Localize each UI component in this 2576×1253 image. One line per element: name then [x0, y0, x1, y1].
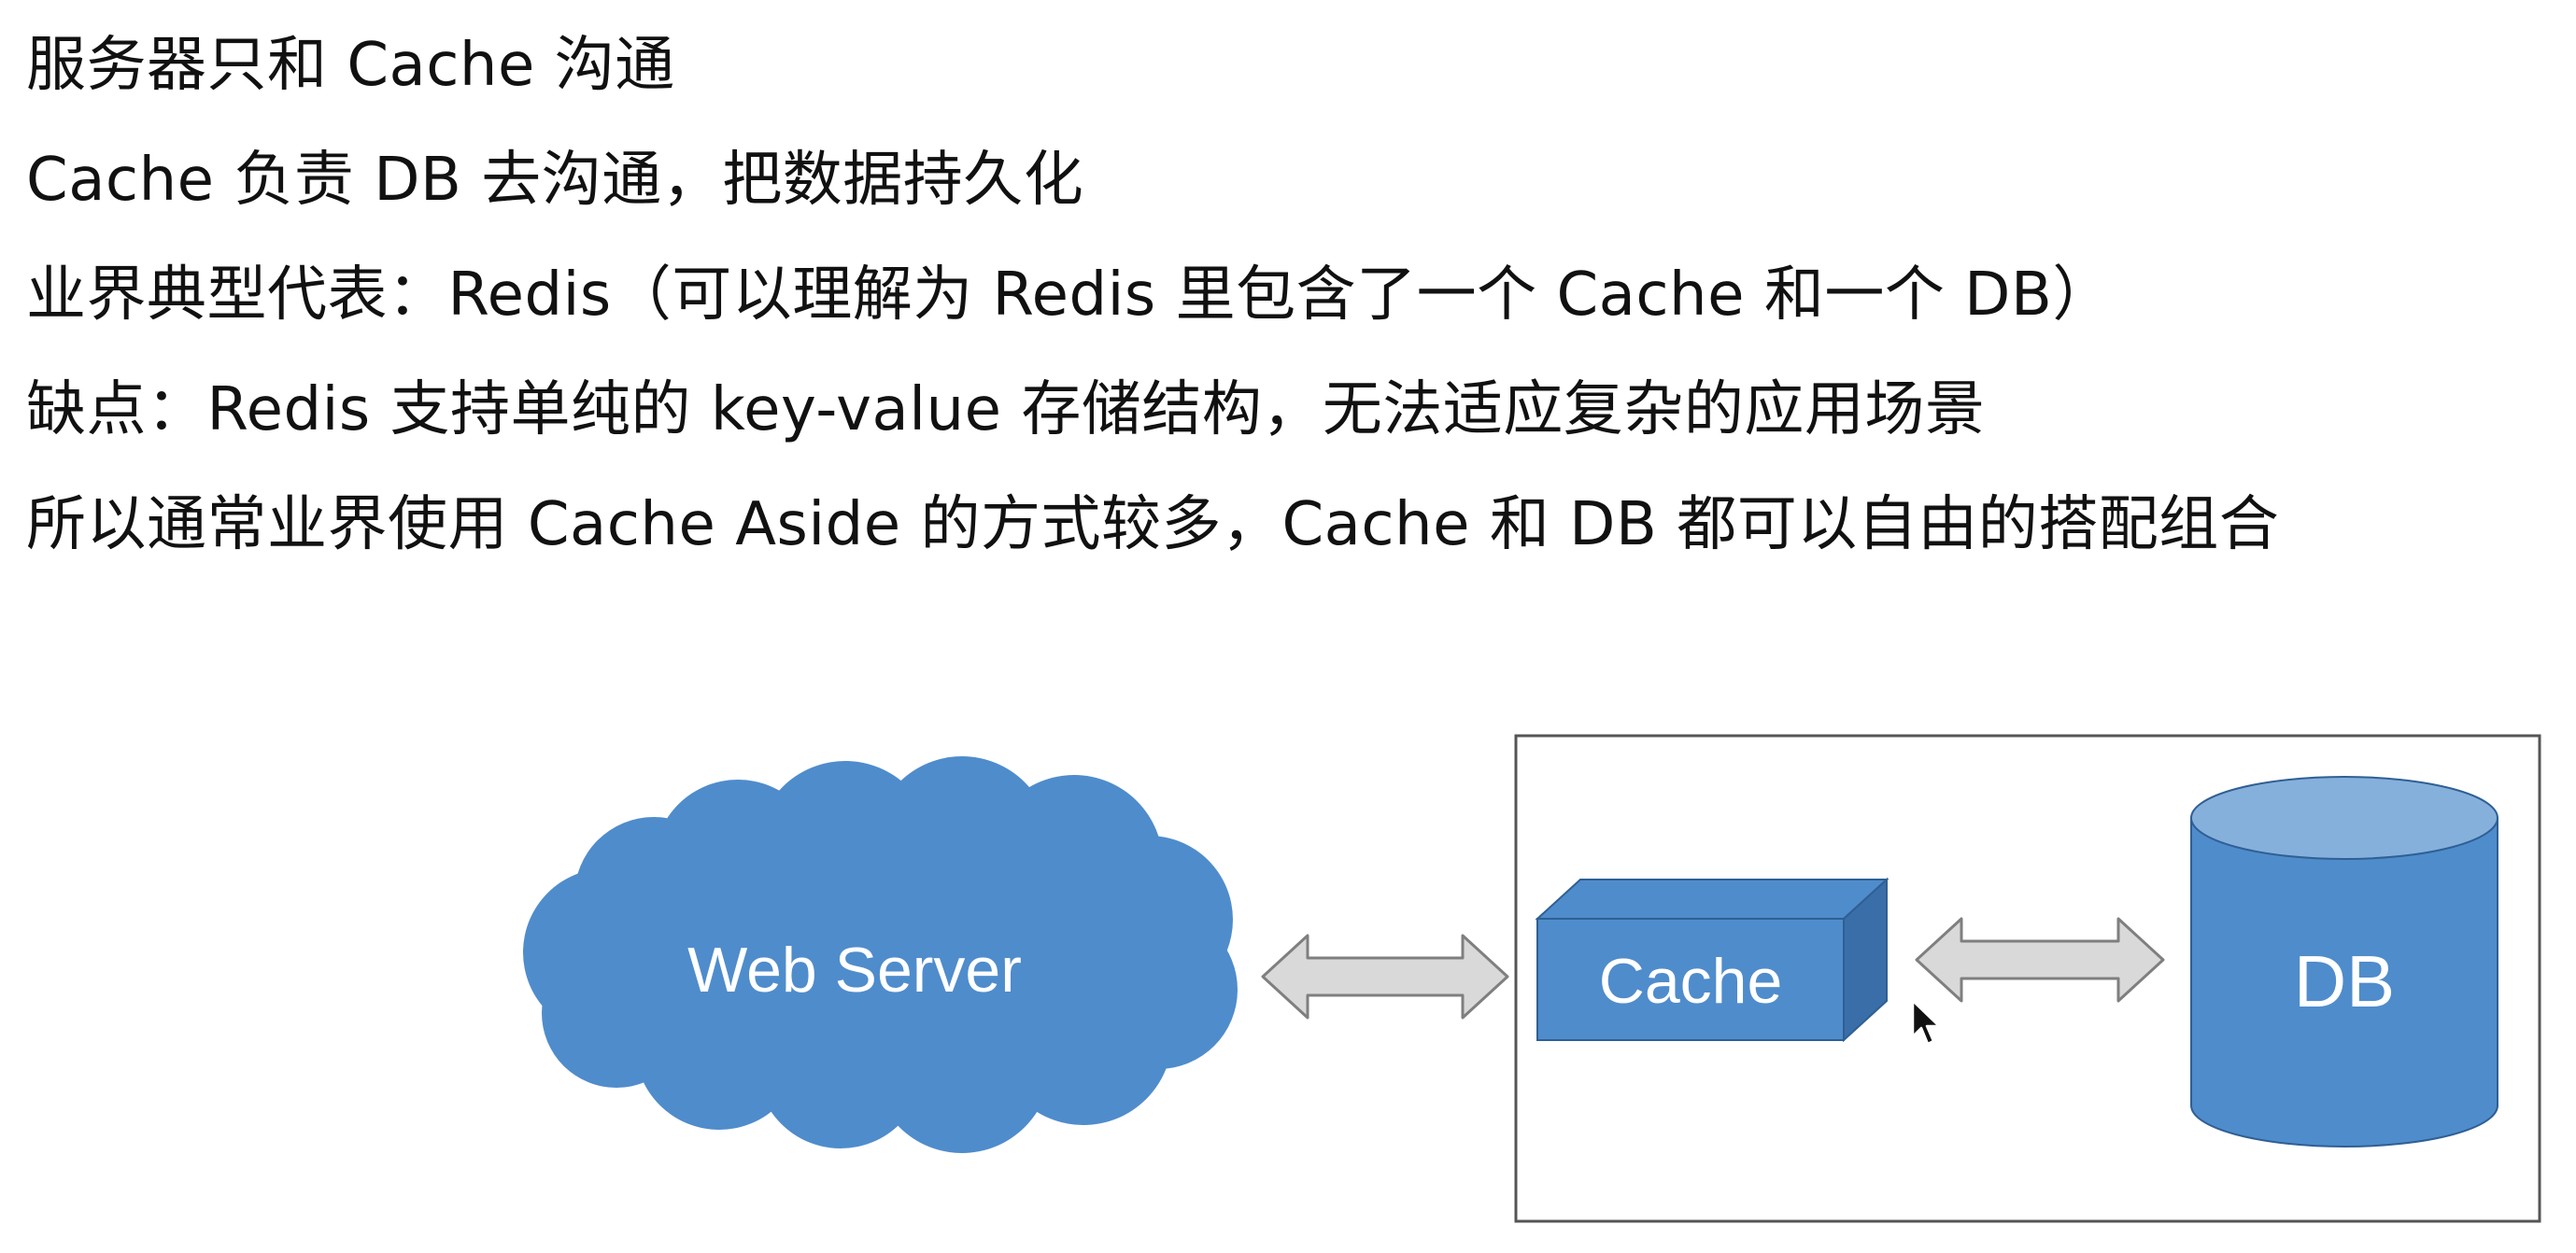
mouse-cursor-icon: [1911, 999, 1941, 1046]
web-server-cloud: Web Server: [523, 756, 1238, 1153]
db-label: DB: [2294, 940, 2395, 1022]
web-server-label: Web Server: [687, 935, 1022, 1006]
cache-db-double-arrow: [1915, 917, 2165, 1003]
cache-block-top: [1535, 879, 1890, 920]
web-cache-double-arrow: [1261, 934, 1509, 1020]
db-cylinder-top: [2190, 776, 2498, 860]
architecture-diagram: Web Server Cache DB: [523, 734, 2541, 1223]
cache-label: Cache: [1599, 946, 1783, 1017]
db-cylinder: DB: [2190, 776, 2498, 1147]
cache-block: Cache: [1535, 877, 1890, 1043]
